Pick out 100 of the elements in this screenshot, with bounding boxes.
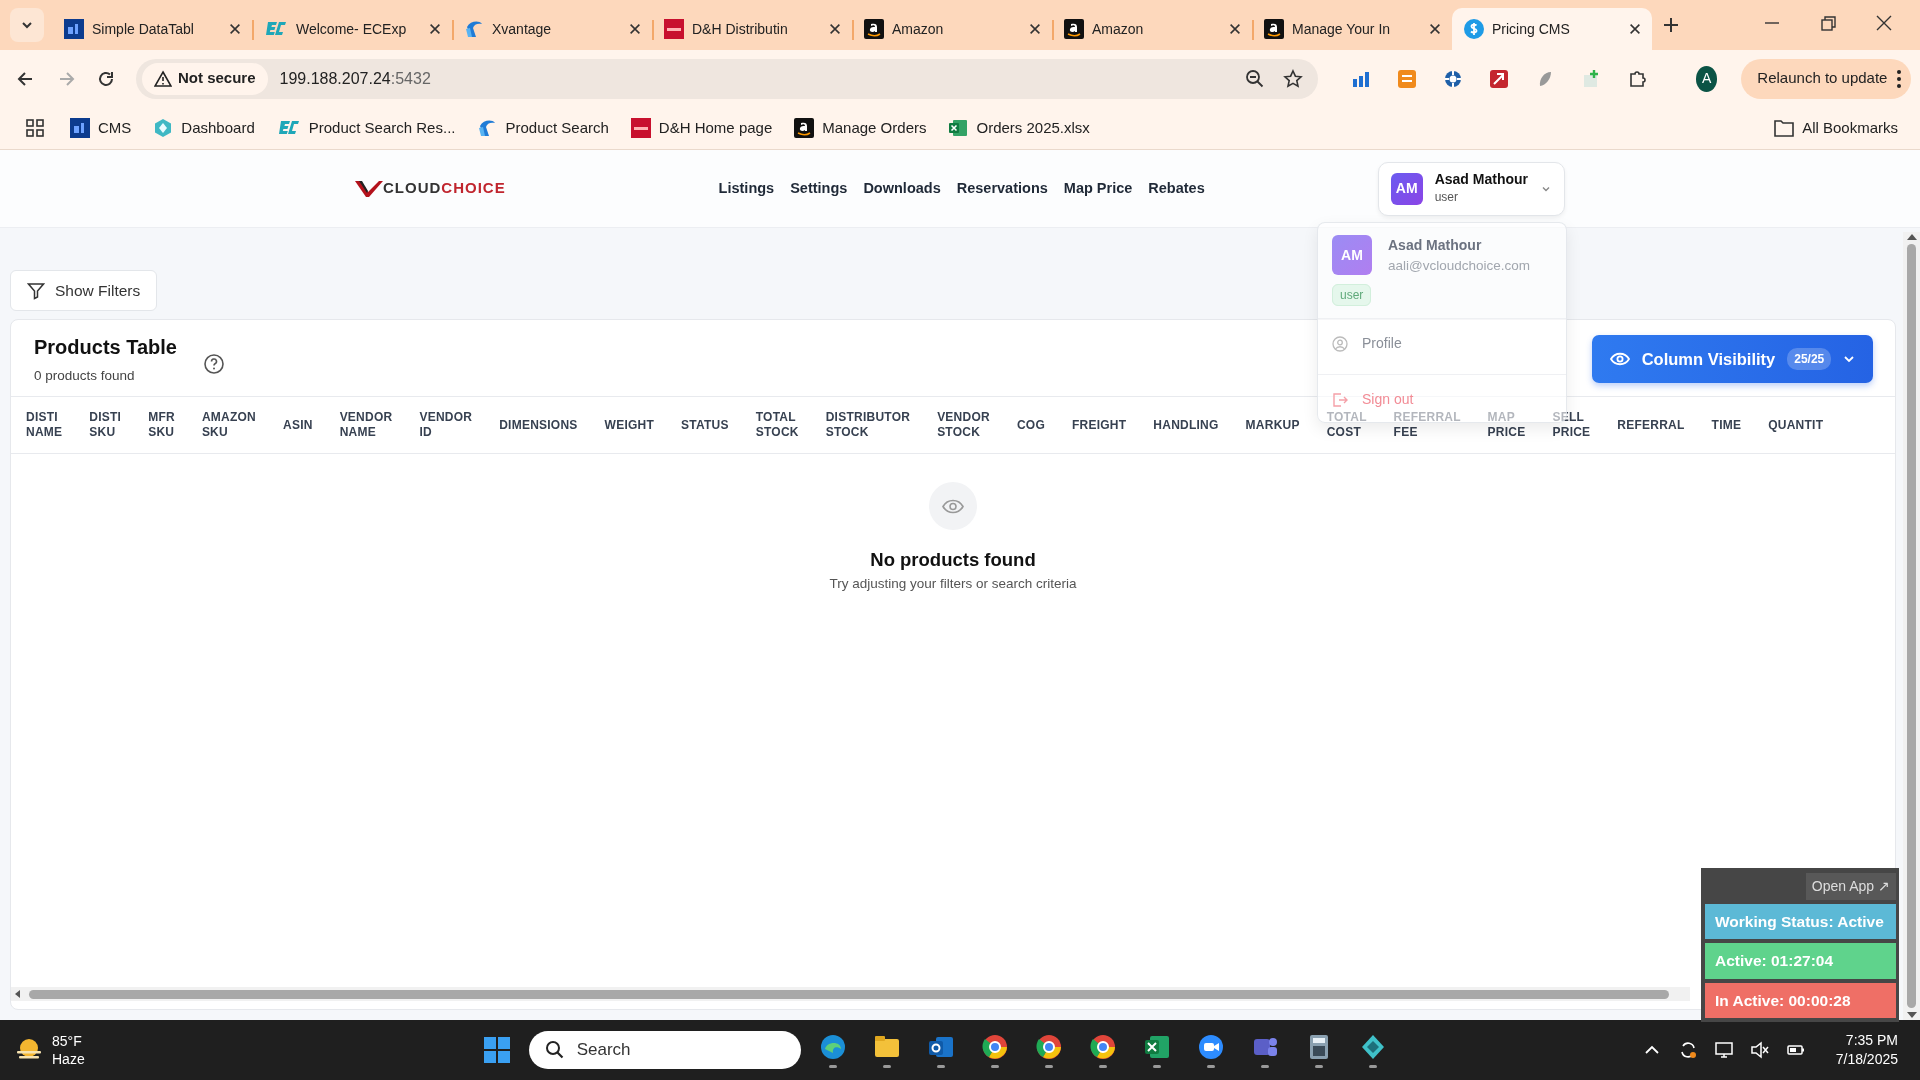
warning-icon (154, 69, 172, 88)
tracker-status: Working Status: Active (1705, 904, 1896, 940)
column-header: REFERRAL (1617, 417, 1685, 433)
horizontal-scrollbar[interactable] (11, 987, 1690, 1001)
column-header: AMAZON SKU (201, 410, 256, 441)
column-header: DISTI SKU (89, 410, 122, 441)
bookmark[interactable]: Orders 2025.xlsx (942, 112, 1096, 144)
security-chip[interactable]: Not secure (142, 62, 268, 95)
browser-tab[interactable]: Welcome- ECExp (252, 8, 452, 50)
swoosh-logo-icon (464, 19, 484, 39)
browser-tab[interactable]: D&H Distributin (652, 8, 852, 50)
eye-icon (942, 498, 964, 514)
column-count-badge: 25/25 (1787, 348, 1832, 371)
brand-name: CLOUDCHOICE (383, 178, 506, 199)
column-header: STATUS (681, 417, 729, 433)
vertical-scrollbar[interactable] (1903, 232, 1920, 1020)
plus-icon (1662, 16, 1680, 34)
nav-link[interactable]: Rebates (1148, 171, 1205, 206)
tracker-status: In Active: 00:00:28 (1705, 982, 1896, 1018)
bookmark[interactable]: CMS (64, 112, 138, 144)
plus-sheet-icon (1581, 68, 1601, 89)
close-icon (1428, 22, 1442, 36)
square-logo-icon (630, 118, 651, 138)
profile-avatar[interactable]: A (1696, 65, 1718, 92)
list-square-icon (1397, 68, 1417, 89)
square-logo-icon (664, 19, 684, 39)
column-header: DIMENSIONS (499, 417, 578, 433)
weather-text: Haze (52, 1050, 85, 1069)
role-badge: user (1332, 284, 1372, 307)
show-filters-button[interactable]: Show Filters (10, 270, 158, 311)
close-icon (228, 22, 242, 36)
column-visibility-button[interactable]: Column Visibility 25/25 (1592, 335, 1873, 384)
eye-icon (1609, 352, 1630, 367)
bookmark[interactable]: Dashboard (147, 112, 261, 144)
column-header: WEIGHT (604, 417, 655, 433)
close-icon (628, 22, 642, 36)
all-bookmarks-button[interactable]: All Bookmarks (1768, 112, 1904, 144)
bookmark[interactable]: Manage Orders (788, 112, 933, 144)
nav-link[interactable]: Settings (790, 171, 848, 206)
close-icon (1628, 22, 1642, 36)
column-header: VENDOR ID (419, 410, 473, 441)
user-menu-button[interactable]: AM Asad Mathour user (1377, 161, 1565, 216)
browser-tab[interactable]: Xvantage (452, 8, 652, 50)
square-logo-icon (70, 118, 90, 138)
column-header: TOTAL STOCK (755, 410, 799, 441)
bookmark[interactable]: Product Search Res... (270, 112, 462, 144)
column-header: QUANTIT (1768, 417, 1824, 433)
user-avatar: AM (1390, 172, 1423, 205)
nav-link[interactable]: Map Price (1063, 171, 1133, 206)
column-header: VENDOR NAME (339, 410, 393, 441)
search-icon (544, 1040, 565, 1060)
temperature-text: 85°F (52, 1031, 83, 1050)
column-header: TOTAL COST (1326, 410, 1367, 441)
empty-state-hint: Try adjusting your filters or search criteria (829, 575, 1077, 593)
close-icon (1228, 22, 1242, 36)
bookmark[interactable]: Product Search (471, 112, 615, 144)
browser-tab[interactable]: Pricing CMS (1452, 8, 1652, 50)
v-mark-icon (355, 179, 383, 198)
bookmark[interactable]: D&H Home page (624, 112, 779, 144)
nav-link[interactable]: Listings (718, 171, 775, 206)
ring-icon (1034, 1032, 1063, 1061)
column-header: MFR SKU (148, 410, 175, 441)
close-icon (828, 22, 842, 36)
browser-tab[interactable]: Manage Your In (1252, 8, 1452, 50)
close-icon (1028, 22, 1042, 36)
monitor-icon (1713, 1040, 1734, 1060)
browser-tab[interactable]: Amazon (1052, 8, 1252, 50)
ring-icon (1088, 1032, 1117, 1061)
clock-time[interactable]: 7:35 PM (1835, 1031, 1898, 1050)
relaunch-button[interactable]: Relaunch to update (1741, 58, 1912, 99)
restore-icon (1820, 15, 1836, 31)
puzzle-icon (1627, 68, 1647, 89)
hexagon-logo-icon (153, 118, 174, 138)
nav-link[interactable]: Reservations (956, 171, 1048, 206)
column-header: FREIGHT (1071, 417, 1127, 433)
user-email: aali@vcloudchoice.com (1388, 257, 1531, 275)
browser-tab[interactable]: Simple DataTabl (52, 8, 252, 50)
products-count: 0 products found (34, 367, 136, 385)
column-header: VENDOR STOCK (937, 410, 990, 441)
open-app-button[interactable]: Open App ↗ (1805, 873, 1896, 900)
smile-logo-icon (1064, 19, 1084, 39)
smile-logo-icon (864, 19, 884, 39)
browser-tab[interactable]: Amazon (852, 8, 1052, 50)
column-header: MARKUP (1245, 417, 1300, 433)
star-icon (1283, 68, 1303, 89)
nav-link[interactable]: Downloads (863, 171, 941, 206)
more-vertical-icon (1897, 69, 1902, 88)
grid-icon (26, 119, 44, 137)
windows-logo-icon (482, 1036, 511, 1064)
smile-logo-icon (1264, 19, 1284, 39)
video-bubble-icon (1196, 1032, 1225, 1061)
taskbar-search[interactable]: Search (528, 1031, 801, 1069)
user-avatar: AM (1332, 235, 1372, 275)
column-header: REFERRAL FEE (1393, 410, 1461, 441)
dollar-logo-icon (1464, 19, 1484, 39)
folder-icon (1774, 119, 1795, 137)
clock-date[interactable]: 7/18/2025 (1835, 1050, 1898, 1069)
column-header: COG (1016, 417, 1045, 433)
user-name: Asad Mathour (1388, 236, 1483, 255)
address-bar[interactable]: Not secure 199.188.207.24:5432 (136, 58, 1318, 99)
